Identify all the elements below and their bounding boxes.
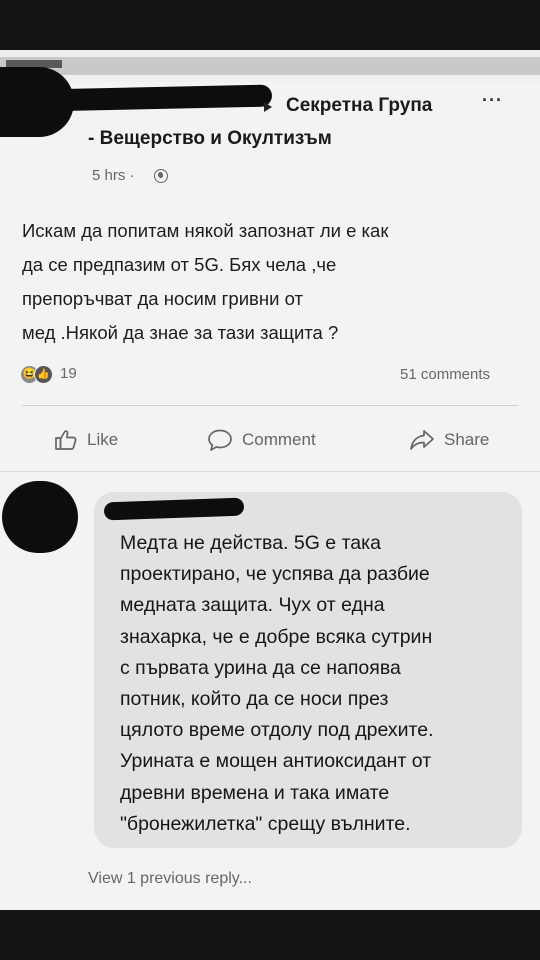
comment-button[interactable]: Comment [207,425,316,455]
more-options-icon[interactable]: ··· [482,90,503,111]
like-reaction-icon[interactable]: 👍 [34,365,53,384]
comment-text-line: медната защита. Чух от една [120,594,385,617]
comment-text-line: потник, който да се носи през [120,688,389,711]
comment-text-line: цялото време отдолу под дрехите. [120,719,434,742]
post-text-line: мед .Някой да знае за тази защита ? [22,322,339,343]
top-gray-strip [0,57,540,75]
like-label: Like [87,430,119,449]
post-text-line: Искам да попитам някой запознат ли е как [22,220,389,241]
comments-count-link[interactable]: 51 comments [400,366,490,383]
commenter-avatar-redacted[interactable] [2,481,78,553]
share-arrow-icon [410,430,434,450]
comment-text-line: Медта не действа. 5G е така [120,532,381,554]
top-black-bar [0,0,540,50]
reaction-count[interactable]: 19 [60,365,77,382]
triangle-right-icon [264,102,272,112]
divider [22,405,518,406]
share-label: Share [444,430,490,449]
group-name-line-2[interactable]: - Вещерство и Окултизъм [88,128,332,150]
post-body: Искам да попитам някой запознат ли е как… [22,214,527,350]
comment-body: Медта не действа. 5G е така проектирано,… [120,528,520,840]
view-previous-replies-link[interactable]: View 1 previous reply... [88,870,252,888]
comment-label: Comment [242,430,316,449]
thumbs-up-icon [55,430,77,450]
comment-text-line: Урината е мощен антиоксидант от [120,750,432,773]
comment-text-line: "бронежилетка" срещу вълните. [120,812,411,835]
post-text-line: да се предпазим от 5G. Бях чела ,че [22,254,337,275]
globe-icon [154,169,168,183]
comment-text-line: древни времена и така имате [120,781,390,804]
post-text-line: препоръчват да носим гривни от [22,288,303,309]
share-button[interactable]: Share [409,425,489,455]
bottom-black-bar [0,910,540,960]
like-button[interactable]: Like [54,425,118,455]
group-name-line-1[interactable]: Секретна Група [286,95,432,117]
comment-text-line: проектирано, че успява да разбие [120,563,430,586]
divider [0,471,540,472]
comment-text-line: знахарка, че е добре всяка сутрин [120,625,433,648]
speech-bubble-icon [208,429,232,451]
post-timestamp[interactable]: 5 hrs · [92,167,135,184]
comment-text-line: с първата урина да се напоява [120,656,401,679]
